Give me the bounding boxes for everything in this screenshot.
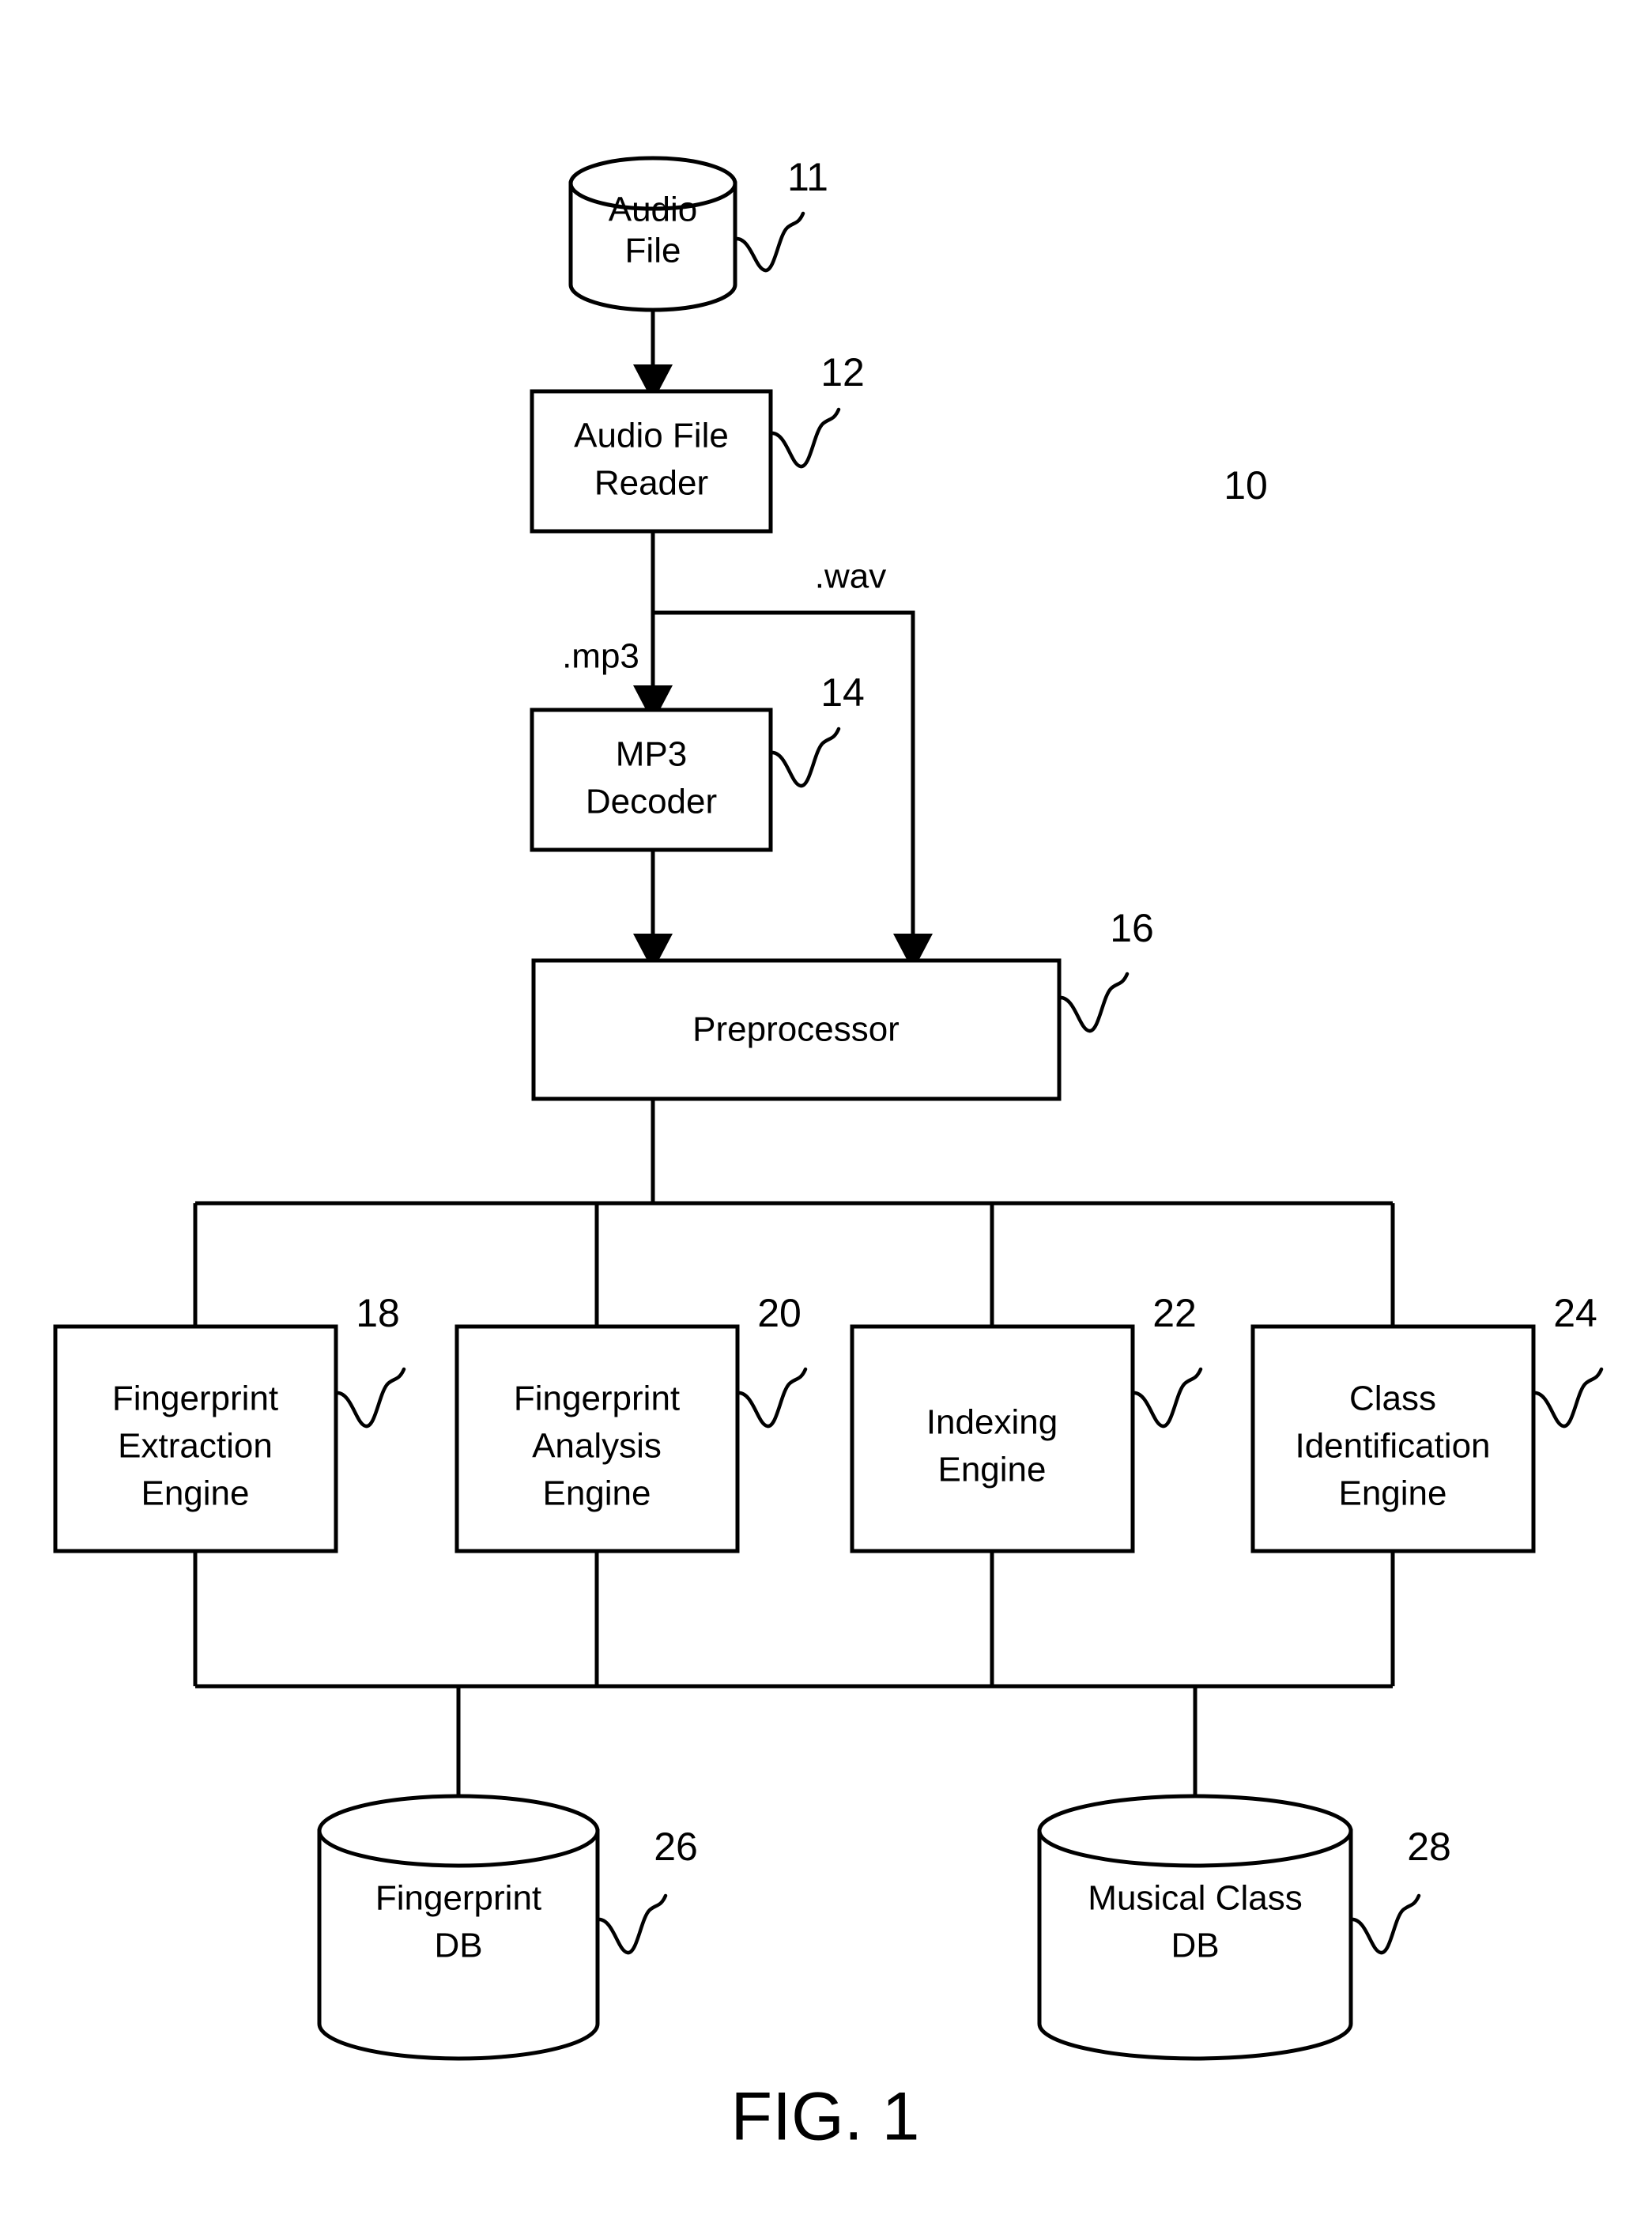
mp3-decoder-label-line2: Decoder [586,783,717,821]
node-fingerprint-extraction-engine[interactable]: Fingerprint Extraction Engine [53,1324,338,1553]
audio-file-reader-label-line2: Reader [594,464,708,503]
block-diagram-canvas: Audio File 11 Audio File Reader 12 .wav … [53,155,1604,2155]
node-preprocessor[interactable]: Preprocessor [531,958,1062,1101]
leader-line-18 [334,1367,406,1429]
edge-label-mp3: .mp3 [562,637,639,676]
edge-label-wav: .wav [815,557,886,596]
fingerprint-analysis-engine-label-line3: Engine [542,1474,651,1513]
musical-class-db-label-line1: Musical Class [1088,1879,1302,1918]
preprocessor-label: Preprocessor [692,1010,900,1049]
node-class-identification-engine[interactable]: Class Identification Engine [1250,1324,1536,1553]
leader-line-20 [735,1367,808,1429]
indexing-engine-label-line1: Indexing [926,1403,1058,1442]
leader-line-12 [768,407,841,469]
fingerprint-extraction-engine-label-line3: Engine [141,1474,249,1513]
musical-class-db-cylinder-top [1037,1794,1353,1868]
node-fingerprint-db[interactable]: Fingerprint DB [317,1794,600,2061]
leader-line-14 [768,727,841,788]
audio-file-label-line2: File [625,232,681,270]
class-identification-engine-label-line2: Identification [1295,1427,1490,1466]
audio-file-reader-label-line1: Audio File [574,417,729,455]
ref-numeral-22: 22 [1152,1291,1197,1335]
node-audio-file-reader[interactable]: Audio File Reader [530,389,773,534]
leader-line-28 [1348,1893,1421,1955]
audio-file-reader-box [530,389,773,534]
leader-line-16 [1057,972,1130,1033]
fingerprint-db-label-line1: Fingerprint [375,1879,541,1918]
patent-figure: Audio File 11 Audio File Reader 12 .wav … [0,0,1652,2223]
node-musical-class-db[interactable]: Musical Class DB [1037,1794,1353,2061]
ref-numeral-12: 12 [820,350,865,394]
ref-numeral-10: 10 [1224,463,1268,508]
fingerprint-db-label-line2: DB [434,1927,482,1965]
fingerprint-analysis-engine-label-line2: Analysis [532,1427,662,1466]
class-identification-engine-label-line3: Engine [1338,1474,1446,1513]
ref-numeral-16: 16 [1110,906,1154,950]
leader-line-26 [595,1893,668,1955]
audio-file-label-line1: Audio [609,191,698,229]
ref-numeral-14: 14 [820,670,865,715]
leader-line-11 [733,211,805,273]
ref-numeral-11: 11 [787,155,828,199]
node-fingerprint-analysis-engine[interactable]: Fingerprint Analysis Engine [454,1324,740,1553]
leader-line-22 [1130,1367,1203,1429]
node-audio-file[interactable]: Audio File [568,156,737,312]
mp3-decoder-box [530,708,773,852]
ref-numeral-20: 20 [757,1291,801,1335]
node-indexing-engine[interactable]: Indexing Engine [850,1324,1135,1553]
fingerprint-extraction-engine-label-line1: Fingerprint [112,1379,278,1418]
fingerprint-db-cylinder-top [317,1794,600,1868]
leader-line-24 [1531,1367,1604,1429]
class-identification-engine-label-line1: Class [1349,1379,1436,1418]
indexing-engine-label-line2: Engine [937,1451,1046,1489]
mp3-decoder-label-line1: MP3 [616,735,687,774]
ref-numeral-28: 28 [1407,1825,1451,1869]
figure-caption: FIG. 1 [731,2079,920,2155]
fingerprint-extraction-engine-label-line2: Extraction [118,1427,273,1466]
ref-numeral-18: 18 [356,1291,400,1335]
fingerprint-analysis-engine-label-line1: Fingerprint [514,1379,680,1418]
musical-class-db-label-line2: DB [1171,1927,1219,1965]
ref-numeral-24: 24 [1553,1291,1597,1335]
ref-numeral-26: 26 [654,1825,698,1869]
node-mp3-decoder[interactable]: MP3 Decoder [530,708,773,852]
